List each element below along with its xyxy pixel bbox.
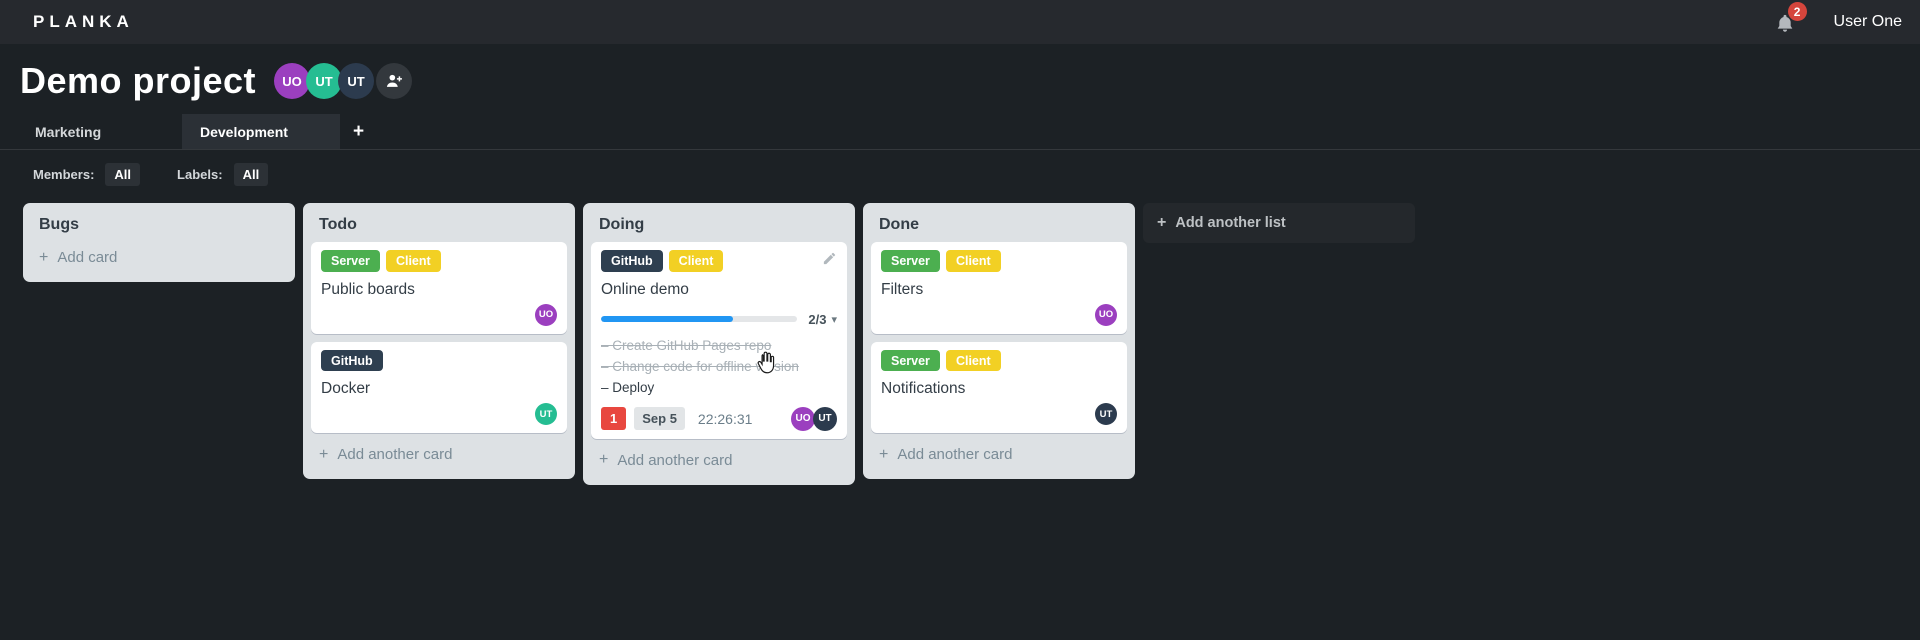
- card-title: Notifications: [881, 380, 966, 397]
- list-title[interactable]: Bugs: [23, 203, 295, 239]
- add-card-label: Add card: [57, 249, 118, 266]
- add-card-label: Add another card: [337, 446, 453, 463]
- list-title[interactable]: Doing: [583, 203, 855, 239]
- add-card-button[interactable]: + Add another card: [863, 433, 1135, 477]
- checklist-count: 2/3: [808, 311, 827, 327]
- card-notifications[interactable]: Server Client Notifications UT: [871, 341, 1127, 433]
- board: Bugs + Add card Todo Server Client Publi…: [0, 195, 1920, 485]
- list-doing: Doing GitHub Client Online demo 2/3 ▾ – …: [583, 203, 855, 485]
- avatar[interactable]: UO: [535, 303, 557, 326]
- plus-icon: +: [319, 445, 329, 463]
- avatar[interactable]: UO: [274, 63, 311, 99]
- avatar[interactable]: UT: [338, 63, 375, 99]
- task-item[interactable]: – Create GitHub Pages repo: [601, 335, 837, 356]
- card-title: Filters: [881, 280, 924, 298]
- list-title[interactable]: Todo: [303, 203, 575, 239]
- card-public-boards[interactable]: Server Client Public boards UO: [311, 242, 567, 334]
- card-title: Docker: [321, 380, 371, 397]
- avatar[interactable]: UT: [813, 406, 837, 431]
- label-client[interactable]: Client: [945, 250, 1001, 272]
- card-members: UO UT: [791, 406, 837, 431]
- label-github[interactable]: GitHub: [601, 250, 663, 272]
- task-item[interactable]: – Change code for offline version: [601, 356, 837, 377]
- checklist-progress-fill: [601, 316, 733, 322]
- add-card-button[interactable]: + Add another card: [583, 439, 855, 483]
- tab-development[interactable]: Development: [182, 114, 340, 149]
- pencil-icon: [823, 252, 836, 264]
- list-todo: Todo Server Client Public boards UO GitH…: [303, 203, 575, 479]
- project-members: UO UT UT: [274, 63, 413, 99]
- card-filters[interactable]: Server Client Filters UO: [871, 242, 1127, 334]
- avatar[interactable]: UO: [791, 406, 815, 431]
- add-board-button[interactable]: +: [353, 114, 364, 149]
- list-done: Done Server Client Filters UO Server Cli…: [863, 203, 1135, 479]
- task-item[interactable]: – Deploy: [601, 377, 837, 398]
- project-title[interactable]: Demo project: [20, 60, 256, 102]
- person-add-icon: [386, 74, 402, 87]
- chevron-down-icon[interactable]: ▾: [831, 313, 837, 326]
- tab-marketing[interactable]: Marketing: [35, 114, 182, 149]
- label-client[interactable]: Client: [945, 349, 1001, 371]
- add-list-button[interactable]: + Add another list: [1143, 203, 1415, 243]
- labels-filter-label: Labels:: [177, 167, 223, 182]
- avatar[interactable]: UT: [535, 403, 557, 425]
- label-client[interactable]: Client: [385, 250, 441, 272]
- label-server[interactable]: Server: [881, 250, 940, 272]
- card-docker[interactable]: GitHub Docker UT: [311, 341, 567, 433]
- user-menu[interactable]: User One: [1834, 13, 1902, 31]
- add-card-button[interactable]: + Add card: [23, 239, 295, 280]
- progress-track: [601, 316, 798, 322]
- members-filter-value[interactable]: All: [105, 163, 141, 186]
- add-member-button[interactable]: [376, 63, 413, 99]
- card-title: Online demo: [601, 280, 689, 298]
- edit-card-button[interactable]: [822, 251, 837, 271]
- label-client[interactable]: Client: [668, 250, 724, 272]
- filter-bar: Members: All Labels: All: [0, 150, 1920, 195]
- label-server[interactable]: Server: [321, 250, 380, 272]
- top-bar: PLANKA 2 User One: [0, 0, 1920, 44]
- card-online-demo[interactable]: GitHub Client Online demo 2/3 ▾ – Create…: [591, 242, 847, 439]
- card-title: Public boards: [321, 280, 415, 298]
- label-server[interactable]: Server: [881, 349, 940, 371]
- avatar[interactable]: UT: [306, 63, 343, 99]
- checklist-progress[interactable]: 2/3 ▾: [601, 312, 837, 327]
- list-title[interactable]: Done: [863, 203, 1135, 239]
- topbar-right: 2 User One: [1774, 2, 1902, 34]
- label-github[interactable]: GitHub: [321, 349, 383, 371]
- timer-value[interactable]: 22:26:31: [698, 411, 753, 427]
- add-card-label: Add another card: [617, 451, 733, 469]
- plus-icon: +: [39, 248, 49, 266]
- plus-icon: +: [1157, 214, 1167, 231]
- avatar[interactable]: UO: [1095, 303, 1117, 326]
- list-bugs: Bugs + Add card: [23, 203, 295, 282]
- notifications-button[interactable]: 2: [1774, 2, 1807, 34]
- project-header: Demo project UO UT UT: [0, 44, 1920, 106]
- app-logo[interactable]: PLANKA: [33, 12, 134, 32]
- labels-filter-value[interactable]: All: [233, 163, 269, 186]
- notification-count-badge: 1: [601, 407, 627, 430]
- due-date-chip[interactable]: Sep 5: [634, 407, 685, 430]
- board-tabs: Marketing Development +: [0, 114, 1920, 150]
- add-card-button[interactable]: + Add another card: [303, 433, 575, 477]
- add-card-label: Add another card: [897, 446, 1013, 463]
- task-list: – Create GitHub Pages repo – Change code…: [601, 335, 837, 398]
- avatar[interactable]: UT: [1095, 403, 1117, 425]
- notification-badge: 2: [1787, 2, 1807, 21]
- add-list-label: Add another list: [1175, 215, 1286, 231]
- plus-icon: +: [599, 451, 609, 468]
- plus-icon: +: [879, 445, 889, 463]
- members-filter-label: Members:: [33, 167, 95, 182]
